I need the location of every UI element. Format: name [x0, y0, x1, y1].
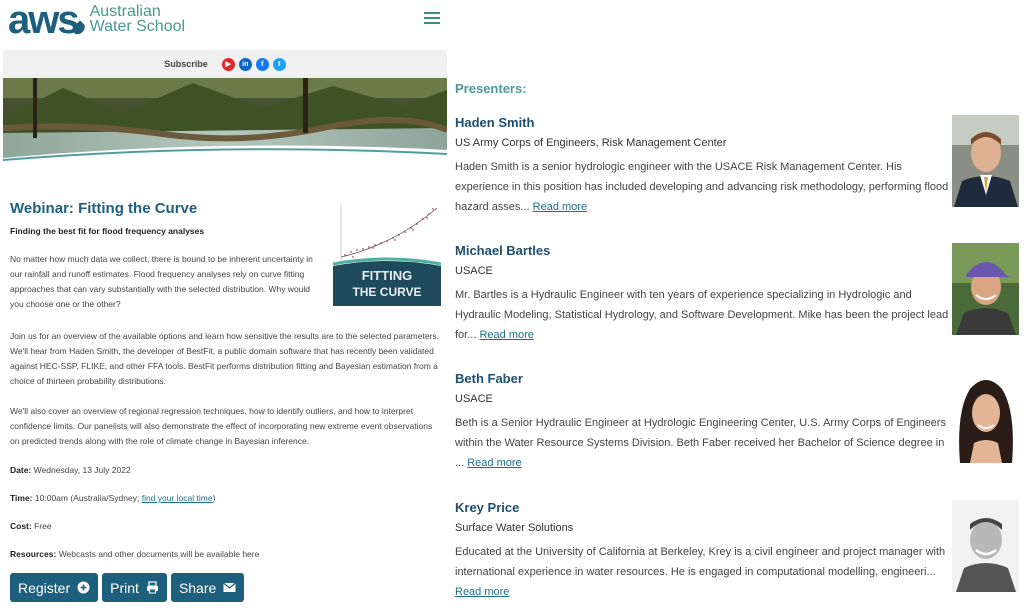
- read-more-link[interactable]: Read more: [479, 329, 533, 341]
- presenters-panel: Presenters: Haden Smith US Army Corps of…: [447, 0, 1024, 613]
- time-label: Time:: [10, 493, 33, 503]
- presenter-bio: Beth is a Senior Hydraulic Engineer at H…: [455, 413, 950, 473]
- presenter-card: Beth Faber USACE Beth is a Senior Hydrau…: [455, 371, 955, 473]
- local-time-link[interactable]: find your local time: [142, 493, 213, 503]
- presenter-org: Surface Water Solutions: [455, 522, 574, 534]
- logo-line1: Australian: [89, 3, 161, 20]
- regression-paragraph: We'll also cover an overview of regional…: [10, 406, 433, 446]
- read-more-link[interactable]: Read more: [467, 457, 521, 469]
- presenters-heading: Presenters:: [455, 81, 527, 96]
- register-label: Register: [18, 579, 71, 596]
- read-more-link[interactable]: Read more: [455, 586, 509, 598]
- presenter-bio-text: Haden Smith is a senior hydrologic engin…: [455, 161, 949, 213]
- presenter-photo: [952, 115, 1019, 207]
- presenter-name: Beth Faber: [455, 371, 523, 386]
- presenter-bio-text: Educated at the University of California…: [455, 546, 946, 578]
- presenter-org: USACE: [455, 265, 493, 277]
- presenter-bio: Haden Smith is a senior hydrologic engin…: [455, 157, 950, 217]
- date-value: Wednesday, 13 July 2022: [33, 465, 131, 475]
- intro-paragraph: No matter how much data we collect, ther…: [10, 254, 313, 309]
- webinar-title: Webinar: Fitting the Curve: [10, 200, 198, 217]
- resources-row: Resources: Webcasts and other documents …: [10, 549, 259, 559]
- webinar-subtitle: Finding the best fit for flood frequency…: [10, 226, 205, 236]
- presenter-photo: [952, 500, 1019, 592]
- rainforest-stream-banner: [3, 78, 447, 173]
- print-label: Print: [110, 579, 139, 596]
- resources-label: Resources:: [10, 549, 57, 559]
- presenter-name: Krey Price: [455, 500, 520, 515]
- printer-icon: [146, 581, 159, 594]
- envelope-icon: [223, 581, 237, 594]
- presenter-card: Michael Bartles USACE Mr. Bartles is a H…: [455, 243, 955, 345]
- presenter-photo: [952, 243, 1019, 335]
- cost-label: Cost:: [10, 521, 32, 531]
- register-button[interactable]: Register: [10, 573, 99, 602]
- presenter-org: US Army Corps of Engineers, Risk Managem…: [455, 137, 727, 149]
- share-button[interactable]: Share: [170, 573, 245, 602]
- overview-paragraph: Join us for an overview of the available…: [10, 331, 440, 386]
- read-more-link[interactable]: Read more: [533, 201, 587, 213]
- presenter-card: Krey Price Surface Water Solutions Educa…: [455, 500, 955, 602]
- webinar-panel: aws Australian Water School Subscribe ▶ …: [0, 0, 447, 613]
- linkedin-icon[interactable]: in: [238, 57, 252, 71]
- print-button[interactable]: Print: [102, 573, 167, 602]
- plus-circle-icon: [77, 581, 90, 594]
- presenter-bio: Mr. Bartles is a Hydraulic Engineer with…: [455, 285, 950, 345]
- logo-text: Australian Water School: [89, 3, 186, 35]
- presenter-bio-text: Beth is a Senior Hydraulic Engineer at H…: [455, 417, 946, 469]
- hamburger-menu-icon[interactable]: [424, 12, 440, 26]
- facebook-icon[interactable]: f: [255, 57, 269, 71]
- presenter-photo: [952, 371, 1019, 463]
- site-header: aws Australian Water School: [0, 0, 447, 48]
- date-row: Date: Wednesday, 13 July 2022: [10, 465, 131, 475]
- action-buttons: Register Print Share: [10, 573, 245, 602]
- subscribe-bar: Subscribe ▶ in f t: [3, 50, 447, 78]
- presenter-bio: Educated at the University of California…: [455, 542, 950, 602]
- time-value: 10:00am (Australia/Sydney;: [34, 493, 140, 503]
- time-row: Time: 10:00am (Australia/Sydney; find yo…: [10, 493, 215, 503]
- thumb-line1: FITTING: [362, 268, 413, 283]
- subscribe-label: Subscribe: [164, 59, 208, 69]
- presenter-name: Haden Smith: [455, 115, 535, 130]
- logo-line2: Water School: [89, 18, 186, 35]
- youtube-icon[interactable]: ▶: [221, 57, 235, 71]
- presenter-name: Michael Bartles: [455, 243, 551, 258]
- twitter-icon[interactable]: t: [272, 57, 286, 71]
- thumb-line2: THE CURVE: [352, 285, 421, 299]
- presenter-org: USACE: [455, 393, 493, 405]
- cost-value: Free: [34, 521, 52, 531]
- resources-value: Webcasts and other documents will be ava…: [58, 549, 260, 559]
- cost-row: Cost: Free: [10, 521, 52, 531]
- logo[interactable]: aws Australian Water School: [8, 0, 186, 42]
- fitting-the-curve-thumbnail: FITTING THE CURVE: [332, 200, 442, 306]
- time-close: ): [212, 493, 216, 503]
- logo-mark: aws: [8, 0, 80, 42]
- share-label: Share: [178, 579, 217, 596]
- presenter-card: Haden Smith US Army Corps of Engineers, …: [455, 115, 955, 217]
- date-label: Date:: [10, 465, 32, 475]
